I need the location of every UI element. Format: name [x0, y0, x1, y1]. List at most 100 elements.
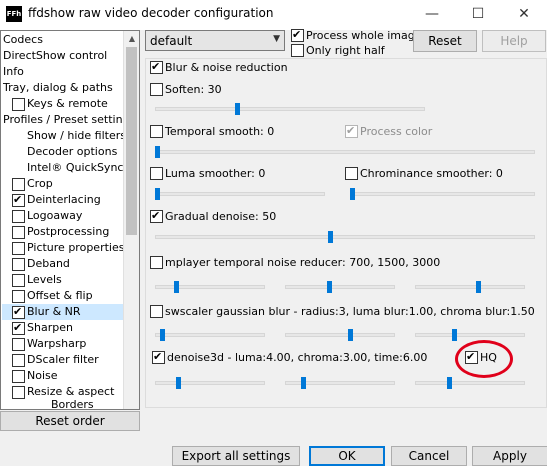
temporal-smooth-checkbox[interactable]	[150, 125, 163, 138]
minimize-button[interactable]: —	[409, 0, 455, 30]
gradual-denoise-label: Gradual denoise: 50	[165, 210, 277, 223]
reset-order-button[interactable]: Reset order	[0, 411, 140, 431]
deinterlacing-checkbox[interactable]	[12, 192, 25, 208]
dscaler-filter-checkbox[interactable]	[12, 354, 25, 367]
list-item-warpsharp[interactable]: Warpsharp	[27, 336, 86, 352]
mplayer-tnr-slider-1-track[interactable]	[155, 285, 265, 289]
logoaway-checkbox[interactable]	[12, 210, 25, 223]
list-item-decoder-options[interactable]: Decoder options	[27, 144, 117, 160]
levels-checkbox[interactable]	[12, 274, 25, 287]
denoise3d-slider-1-thumb[interactable]	[176, 377, 181, 389]
apply-button[interactable]: Apply	[472, 446, 547, 466]
scroll-up-icon[interactable]: ▲	[124, 31, 139, 47]
denoise3d-slider-2-thumb[interactable]	[300, 377, 306, 389]
mplayer-tnr-slider-2-track[interactable]	[285, 285, 395, 289]
denoise3d-slider-3-track[interactable]	[415, 381, 525, 385]
close-button[interactable]: ✕	[501, 0, 547, 30]
gradual-denoise-checkbox[interactable]	[150, 208, 163, 224]
gradual-denoise-slider-thumb[interactable]	[327, 231, 333, 243]
title-bar: FFh ffdshow raw video decoder configurat…	[0, 0, 547, 30]
blur-nr-enable-checkbox[interactable]	[150, 59, 163, 75]
list-item-tray-dialog-paths[interactable]: Tray, dialog & paths	[3, 80, 113, 96]
luma-smoother-checkbox[interactable]	[150, 167, 163, 180]
maximize-button[interactable]: ☐	[455, 0, 501, 30]
list-item-borders[interactable]: Borders	[51, 400, 94, 409]
list-item-intel-quicksync[interactable]: Intel® QuickSync	[27, 160, 123, 176]
list-item-offset-flip[interactable]: Offset & flip	[27, 288, 93, 304]
luma-smoother-slider-track[interactable]	[155, 192, 325, 196]
list-item-directshow-control[interactable]: DirectShow control	[3, 48, 107, 64]
luma-smoother-slider-thumb[interactable]	[155, 188, 160, 200]
list-item-resize-aspect[interactable]: Resize & aspect	[27, 384, 114, 400]
resize-aspect-checkbox[interactable]	[12, 386, 25, 399]
temporal-smooth-slider-thumb[interactable]	[155, 146, 160, 158]
swscaler-slider-3-track[interactable]	[415, 333, 525, 337]
gradual-denoise-slider-track[interactable]	[155, 235, 535, 239]
denoise3d-slider-3-thumb[interactable]	[446, 377, 452, 389]
mplayer-tnr-slider-1-thumb[interactable]	[173, 281, 179, 293]
list-item-logoaway[interactable]: Logoaway	[27, 208, 82, 224]
blur-nr-checkbox[interactable]	[12, 304, 25, 320]
list-item-blur-nr[interactable]: Blur & NR	[27, 304, 81, 320]
swscaler-slider-2-track[interactable]	[285, 333, 395, 337]
mplayer-tnr-checkbox[interactable]	[150, 256, 163, 269]
list-item-profiles[interactable]: Profiles / Preset settings	[3, 112, 135, 128]
process-color-label: Process color	[360, 125, 433, 138]
chroma-smoother-slider-track[interactable]	[350, 192, 535, 196]
list-item-info[interactable]: Info	[3, 64, 24, 80]
soften-checkbox[interactable]	[150, 83, 163, 96]
temporal-smooth-slider-track[interactable]	[155, 150, 535, 154]
swscaler-checkbox[interactable]	[150, 305, 163, 318]
offset-flip-checkbox[interactable]	[12, 290, 25, 303]
crop-checkbox[interactable]	[12, 178, 25, 191]
list-item-picture-properties[interactable]: Picture properties	[27, 240, 124, 256]
list-item-deband[interactable]: Deband	[27, 256, 70, 272]
warpsharp-checkbox[interactable]	[12, 338, 25, 351]
cancel-button[interactable]: Cancel	[391, 446, 467, 466]
list-scrollbar[interactable]: ▲	[123, 31, 139, 409]
app-icon: FFh	[6, 6, 22, 22]
swscaler-slider-1-thumb[interactable]	[160, 329, 166, 341]
noise-checkbox[interactable]	[12, 370, 25, 383]
export-all-settings-button[interactable]: Export all settings	[172, 446, 300, 466]
sharpen-checkbox[interactable]	[12, 320, 25, 336]
window-title: ffdshow raw video decoder configuration	[28, 6, 274, 20]
deband-checkbox[interactable]	[12, 258, 25, 271]
chroma-smoother-checkbox[interactable]	[345, 167, 358, 180]
ok-button[interactable]: OK	[309, 446, 385, 466]
mplayer-tnr-slider-3-thumb[interactable]	[475, 281, 481, 293]
list-item-crop[interactable]: Crop	[27, 176, 53, 192]
list-item-sharpen[interactable]: Sharpen	[27, 320, 73, 336]
list-item-show-hide-filters[interactable]: Show / hide filters	[27, 128, 126, 144]
list-item-noise[interactable]: Noise	[27, 368, 58, 384]
list-item-codecs[interactable]: Codecs	[3, 32, 43, 48]
swscaler-slider-1-track[interactable]	[155, 333, 265, 337]
denoise3d-slider-1-track[interactable]	[155, 381, 265, 385]
picture-properties-checkbox[interactable]	[12, 242, 25, 255]
scroll-thumb[interactable]	[126, 47, 137, 235]
process-color-checkbox[interactable]	[345, 123, 358, 139]
soften-slider-track[interactable]	[155, 107, 425, 111]
filter-list[interactable]: Codecs DirectShow control Info Tray, dia…	[0, 30, 140, 410]
list-item-keys-remote[interactable]: Keys & remote	[27, 96, 108, 112]
soften-slider-thumb[interactable]	[234, 103, 240, 115]
help-button[interactable]: Help	[482, 30, 546, 52]
only-right-half-checkbox[interactable]	[291, 44, 304, 57]
keys-remote-checkbox[interactable]	[12, 98, 25, 111]
swscaler-label: swscaler gaussian blur - radius:3, luma …	[165, 305, 535, 318]
process-whole-image-checkbox[interactable]	[291, 27, 304, 43]
mplayer-tnr-slider-2-thumb[interactable]	[327, 281, 332, 293]
list-item-dscaler-filter[interactable]: DScaler filter	[27, 352, 99, 368]
list-item-postprocessing[interactable]: Postprocessing	[27, 224, 109, 240]
reset-button[interactable]: Reset	[413, 30, 477, 52]
list-item-deinterlacing[interactable]: Deinterlacing	[27, 192, 101, 208]
swscaler-slider-2-thumb[interactable]	[348, 329, 353, 341]
postprocessing-checkbox[interactable]	[12, 226, 25, 239]
chroma-smoother-slider-thumb[interactable]	[350, 188, 355, 200]
preset-combo[interactable]: default ▼	[145, 30, 285, 51]
list-item-levels[interactable]: Levels	[27, 272, 62, 288]
blur-nr-label: Blur & noise reduction	[165, 61, 288, 74]
mplayer-tnr-slider-3-track[interactable]	[415, 285, 525, 289]
swscaler-slider-3-thumb[interactable]	[451, 329, 457, 341]
denoise3d-checkbox[interactable]	[152, 349, 165, 365]
